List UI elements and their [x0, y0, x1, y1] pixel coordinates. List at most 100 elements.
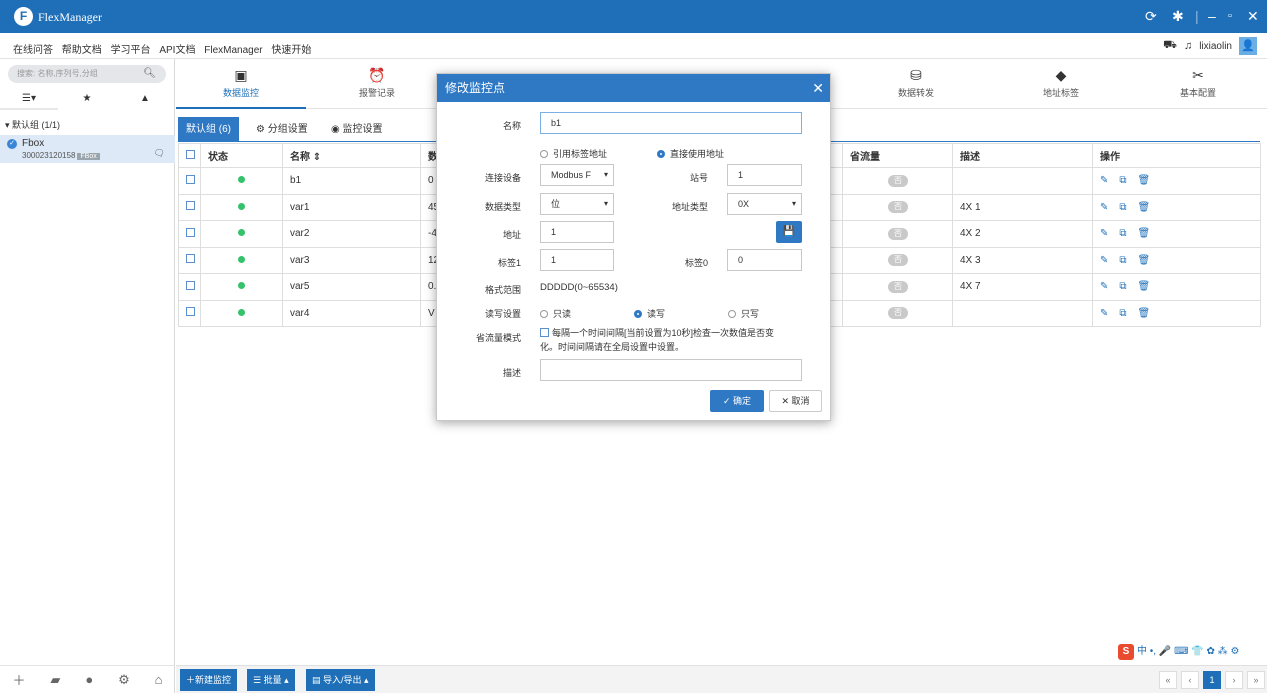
favorites-star-icon[interactable]: ★	[58, 88, 116, 110]
save-flow-badge: 否	[888, 280, 908, 293]
link-quick-start[interactable]: 快速开始	[271, 45, 311, 56]
copy-icon[interactable]: ⧉	[1119, 255, 1126, 266]
tab-default-group[interactable]: 默认组 (6)	[178, 117, 239, 142]
minimize-icon[interactable]: –	[1208, 6, 1216, 26]
bell-icon[interactable]: ♫	[1184, 40, 1192, 52]
search-icon[interactable]: 🔍︎	[143, 65, 156, 83]
select-all-checkbox[interactable]	[178, 143, 201, 168]
row-checkbox[interactable]	[186, 174, 195, 184]
device-item[interactable]: ✓ Fbox 300023120158 FBox 🗨	[0, 135, 175, 163]
import-export-button[interactable]: ▤ 导入/导出 ▴	[306, 669, 375, 691]
ime-toolbar[interactable]: S中 •, 🎤 ⌨ 👕 ✿ ⁂ ⚙	[1118, 642, 1263, 660]
tag0-input[interactable]: 0	[727, 249, 802, 271]
edit-icon[interactable]: ✎	[1100, 228, 1108, 239]
tab-monitor-settings[interactable]: ◉ 监控设置	[323, 117, 391, 142]
edit-icon[interactable]: ✎	[1100, 175, 1108, 186]
delete-icon[interactable]: 🗑	[1138, 202, 1151, 213]
last-page-button[interactable]: »	[1247, 671, 1265, 689]
close-icon[interactable]: ✕	[812, 74, 824, 102]
tab-group-settings[interactable]: ⚙ 分组设置	[248, 117, 316, 142]
row-checkbox[interactable]	[186, 280, 195, 290]
col-name[interactable]: 名称 ⇕	[282, 143, 421, 168]
radio-tag-address[interactable]: 引用标签地址	[540, 147, 607, 160]
name-input[interactable]: b1	[540, 112, 802, 134]
edit-icon[interactable]: ✎	[1100, 255, 1108, 266]
radio-read-write[interactable]: 读写	[634, 307, 665, 320]
new-monitor-button[interactable]: ＋新建监控	[180, 669, 238, 691]
settings-gear-icon[interactable]: ✱	[1172, 6, 1184, 26]
warning-icon[interactable]: ▲	[116, 88, 174, 110]
row-checkbox[interactable]	[186, 254, 195, 264]
station-input[interactable]: 1	[727, 164, 802, 186]
maximize-icon[interactable]: ▫	[1228, 6, 1232, 26]
gear-icon[interactable]: ⚙	[118, 672, 130, 688]
refresh-icon[interactable]: ⟳	[1145, 6, 1157, 26]
copy-icon[interactable]: ⧉	[1119, 281, 1126, 292]
radio-write-only[interactable]: 只写	[728, 307, 759, 320]
nav-label: 地址标签	[1042, 88, 1079, 98]
copy-icon[interactable]: ⧉	[1119, 308, 1126, 319]
first-page-button[interactable]: «	[1159, 671, 1177, 689]
edit-icon[interactable]: ✎	[1100, 308, 1108, 319]
edit-icon[interactable]: ✎	[1100, 202, 1108, 213]
current-page[interactable]: 1	[1203, 671, 1221, 689]
link-flexmanager[interactable]: FlexManager	[204, 45, 262, 56]
address-type-select[interactable]: 0X	[727, 193, 802, 215]
copy-icon[interactable]: ⧉	[1119, 175, 1126, 186]
list-view-icon[interactable]: ☰▾	[0, 88, 58, 110]
copy-icon[interactable]: ⧉	[1119, 202, 1126, 213]
collapse-arrow-icon[interactable]: ▾	[5, 120, 10, 130]
edit-icon[interactable]: ✎	[1100, 281, 1108, 292]
folder-icon[interactable]: ▰	[50, 672, 60, 688]
username[interactable]: lixiaolin	[1199, 41, 1232, 52]
device-select[interactable]: Modbus F	[540, 164, 614, 186]
add-icon[interactable]: ＋	[12, 670, 25, 689]
nav-basic-config[interactable]: ✂ 基本配置	[1133, 59, 1263, 109]
search-input[interactable]: 搜索: 名称,序列号,分组 🔍︎	[8, 65, 166, 83]
nav-data-monitor[interactable]: ▣ 数据监控	[176, 59, 306, 109]
cancel-button[interactable]: ✕ 取消	[769, 390, 822, 412]
flow-mode-checkbox[interactable]: 每隔一个时间间隔[当前设置为10秒]检查一次数值是否变 化。时间间隔请在全局设置…	[540, 326, 810, 354]
radio-direct-address[interactable]: 直接使用地址	[657, 147, 724, 160]
row-actions: ✎ ⧉ 🗑	[1092, 299, 1261, 327]
data-type-select[interactable]: 位	[540, 193, 614, 215]
radio-direct-address-label: 直接使用地址	[670, 149, 725, 159]
prev-page-button[interactable]: ‹	[1181, 671, 1199, 689]
link-api-docs[interactable]: API文档	[159, 45, 195, 56]
description-input[interactable]	[540, 359, 802, 381]
delete-icon[interactable]: 🗑	[1138, 308, 1151, 319]
nav-address-tags[interactable]: ◆ 地址标签	[996, 59, 1126, 109]
link-learning[interactable]: 学习平台	[111, 45, 151, 56]
link-qa[interactable]: 在线问答	[13, 45, 53, 56]
delete-icon[interactable]: 🗑	[1138, 255, 1151, 266]
batch-button[interactable]: ☰ 批量 ▴	[247, 669, 295, 691]
close-window-icon[interactable]: ✕	[1247, 6, 1259, 26]
user-icon[interactable]: ●	[85, 672, 93, 687]
radio-read-only[interactable]: 只读	[540, 307, 571, 320]
device-tag: FBox	[77, 153, 100, 160]
nav-alarm-records[interactable]: ⏰ 报警记录	[312, 59, 442, 109]
copy-icon[interactable]: ⧉	[1119, 228, 1126, 239]
cell-desc	[952, 167, 1093, 195]
delete-icon[interactable]: 🗑	[1138, 228, 1151, 239]
address-input[interactable]: 1	[540, 221, 614, 243]
save-disk-icon[interactable]: 💾	[776, 221, 802, 243]
group-header[interactable]: ▾ 默认组 (1/1)	[0, 115, 175, 135]
checkbox-icon	[186, 149, 195, 159]
nav-data-forward[interactable]: ⛁ 数据转发	[851, 59, 981, 109]
avatar[interactable]: 👤	[1239, 37, 1257, 55]
row-checkbox[interactable]	[186, 307, 195, 317]
status-online-dot	[238, 202, 245, 210]
link-help-docs[interactable]: 帮助文档	[62, 45, 102, 56]
device-chat-icon[interactable]: 🗨	[154, 148, 165, 159]
cell-name: var3	[282, 246, 421, 274]
next-page-button[interactable]: ›	[1225, 671, 1243, 689]
row-checkbox[interactable]	[186, 201, 195, 211]
row-checkbox[interactable]	[186, 227, 195, 237]
delete-icon[interactable]: 🗑	[1138, 281, 1151, 292]
delete-icon[interactable]: 🗑	[1138, 175, 1151, 186]
cart-icon[interactable]: ⛟	[1163, 39, 1177, 53]
home-icon[interactable]: ⌂	[155, 672, 163, 687]
confirm-button[interactable]: ✓ 确定	[710, 390, 764, 412]
tag1-input[interactable]: 1	[540, 249, 614, 271]
